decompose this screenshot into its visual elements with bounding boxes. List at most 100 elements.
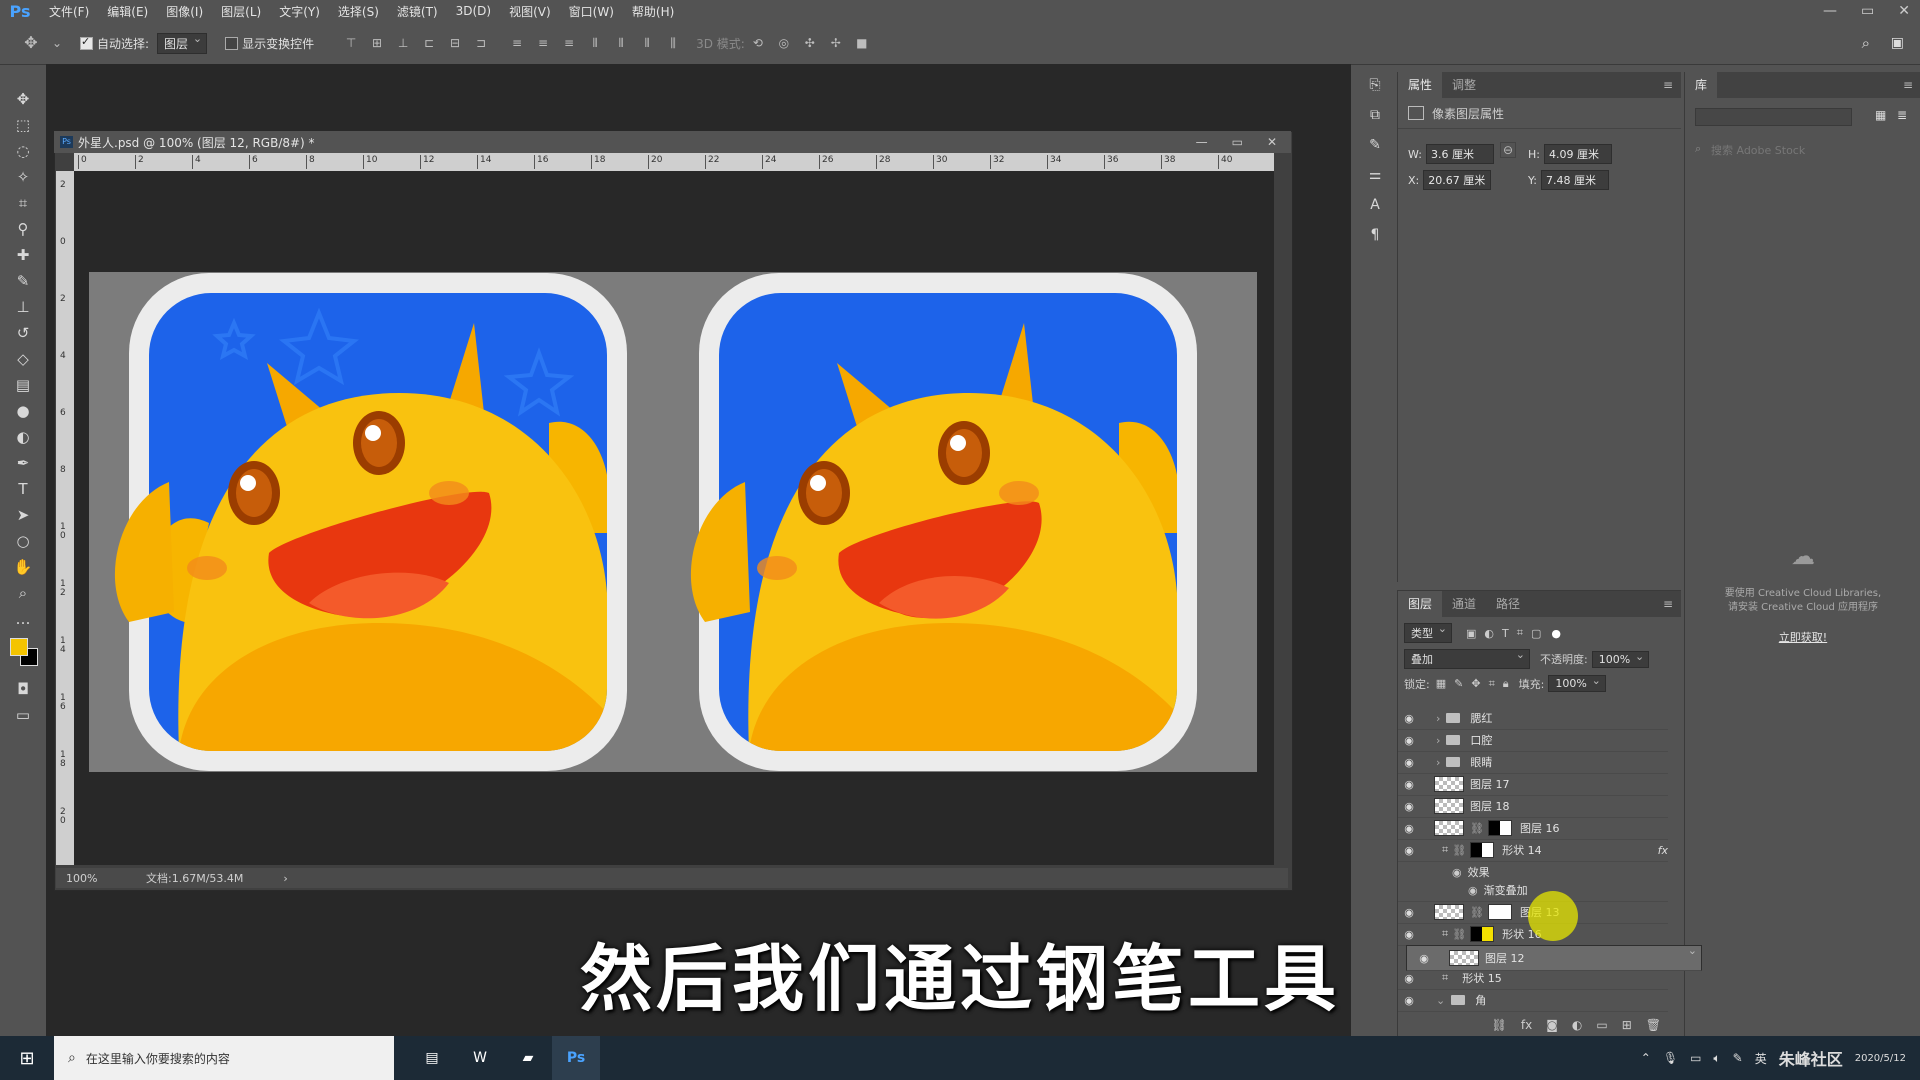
menu-type[interactable]: 文字(Y) (270, 3, 329, 20)
lock-transparent-icon[interactable]: ▦ (1436, 677, 1446, 690)
tab-properties[interactable]: 属性 (1398, 72, 1443, 98)
grid-view-icon[interactable]: ▦ (1875, 108, 1886, 122)
visibility-eye-icon[interactable]: ◉ (1398, 822, 1420, 835)
tray-network-icon[interactable]: ▭ (1690, 1051, 1701, 1065)
effects-eye-icon[interactable]: ◉ (1452, 866, 1462, 879)
distribute-top-icon[interactable]: ≡ (508, 36, 526, 50)
visibility-eye-icon[interactable]: ◉ (1398, 800, 1420, 813)
menu-edit[interactable]: 编辑(E) (98, 3, 157, 20)
doc-minimize-button[interactable]: — (1196, 135, 1208, 149)
add-style-icon[interactable]: fx (1521, 1018, 1532, 1032)
vector-mask-thumbnail[interactable] (1470, 926, 1495, 942)
tab-libraries[interactable]: 库 (1685, 72, 1718, 98)
taskbar-app-ppt-icon[interactable]: ▤ (408, 1036, 456, 1080)
menu-help[interactable]: 帮助(H) (623, 3, 683, 20)
eyedropper-icon[interactable]: ⚲ (10, 216, 36, 242)
taskbar-app-word-icon[interactable]: W (456, 1036, 504, 1080)
layer-fx-badge[interactable]: fx (1658, 844, 1668, 857)
magic-wand-icon[interactable]: ✧ (10, 164, 36, 190)
align-vcenter-icon[interactable]: ⊞ (368, 36, 386, 50)
visibility-eye-icon[interactable]: ◉ (1398, 994, 1420, 1007)
3d-roll-icon[interactable]: ◎ (775, 36, 793, 50)
tab-channels[interactable]: 通道 (1442, 591, 1486, 617)
character-panel-icon[interactable]: A (1359, 190, 1391, 220)
layer-row[interactable]: ◉ › 口腔 (1398, 729, 1668, 752)
path-select-icon[interactable]: ➤ (10, 502, 36, 528)
blend-mode-dropdown[interactable]: 叠加 (1404, 648, 1530, 669)
distribute-bottom-icon[interactable]: ≡ (560, 36, 578, 50)
filter-shape-icon[interactable]: ⌗ (1517, 626, 1523, 640)
menu-3d[interactable]: 3D(D) (447, 4, 500, 18)
tray-pen-icon[interactable]: ✎ (1733, 1051, 1743, 1065)
artboard-panel-icon[interactable]: ⧉ (1359, 100, 1391, 130)
filter-type-icon[interactable]: T (1502, 627, 1509, 640)
distribute-vcenter-icon[interactable]: ≡ (534, 36, 552, 50)
doc-maximize-button[interactable]: ▭ (1232, 135, 1243, 149)
expand-chevron-icon[interactable]: › (1436, 712, 1440, 725)
layer-mask-thumbnail[interactable] (1487, 820, 1512, 836)
visibility-eye-icon[interactable]: ◉ (1398, 972, 1420, 985)
lasso-tool-icon[interactable]: ◌ (10, 138, 36, 164)
filter-toggle-icon[interactable]: ● (1551, 627, 1561, 640)
paragraph-panel-icon[interactable]: ¶ (1359, 220, 1391, 250)
crop-tool-icon[interactable]: ⌗ (10, 190, 36, 216)
filter-smart-icon[interactable]: ▢ (1531, 627, 1541, 640)
align-right-icon[interactable]: ⊐ (472, 36, 490, 50)
auto-select-dropdown[interactable]: 图层 (157, 32, 208, 54)
library-dropdown[interactable] (1695, 108, 1852, 126)
layer-row[interactable]: ◉ ⌗ ⛓︎ 形状 14 fx (1398, 839, 1668, 862)
3d-pan-icon[interactable]: ✣ (801, 36, 819, 50)
lock-pixels-icon[interactable]: ✎ (1454, 677, 1463, 690)
filter-pixel-icon[interactable]: ▣ (1466, 627, 1476, 640)
vector-mask-thumbnail[interactable] (1470, 842, 1495, 858)
align-top-icon[interactable]: ⊤ (342, 36, 360, 50)
zoom-level[interactable]: 100% (66, 872, 136, 885)
layer-mask-thumbnail[interactable] (1487, 904, 1512, 920)
layer-row[interactable]: ◉ › 眼睛 (1398, 751, 1668, 774)
minimize-button[interactable]: — (1823, 3, 1837, 19)
add-mask-icon[interactable]: ◙ (1546, 1018, 1558, 1032)
list-view-icon[interactable]: ≣ (1897, 108, 1907, 122)
expand-chevron-icon[interactable]: › (1436, 756, 1440, 769)
3d-scale-icon[interactable]: ■ (853, 36, 871, 50)
workspace-icon[interactable]: ▣ (1891, 35, 1904, 51)
menu-image[interactable]: 图像(I) (157, 3, 212, 20)
layers-menu-icon[interactable]: ≡ (1663, 597, 1673, 611)
layer-row[interactable]: ◉ 图层 18 (1398, 795, 1668, 818)
align-left-icon[interactable]: ⊏ (420, 36, 438, 50)
visibility-eye-icon[interactable]: ◉ (1398, 734, 1420, 747)
lock-artboard-icon[interactable]: ⌗ (1489, 677, 1495, 691)
pen-tool-icon[interactable]: ✒ (10, 450, 36, 476)
marquee-tool-icon[interactable]: ⬚ (10, 112, 36, 138)
menu-file[interactable]: 文件(F) (40, 3, 98, 20)
quick-mask-icon[interactable]: ◘ (10, 676, 36, 702)
history-panel-icon[interactable]: ⎘ (1359, 70, 1391, 100)
visibility-eye-icon[interactable]: ◉ (1398, 928, 1420, 941)
height-input[interactable]: 4.09 厘米 (1543, 144, 1612, 164)
3d-orbit-icon[interactable]: ⟲ (749, 36, 767, 50)
layer-row[interactable]: ◉ ⌗ 形状 15 (1398, 967, 1668, 990)
align-hcenter-icon[interactable]: ⊟ (446, 36, 464, 50)
filter-adjust-icon[interactable]: ◐ (1484, 627, 1494, 640)
tab-paths[interactable]: 路径 (1486, 591, 1530, 617)
doc-close-button[interactable]: ✕ (1267, 135, 1277, 149)
library-search-input[interactable]: 搜索 Adobe Stock (1711, 142, 1805, 158)
taskbar-search-input[interactable]: 在这里输入你要搜索的内容 (86, 1050, 230, 1067)
menu-window[interactable]: 窗口(W) (560, 3, 623, 20)
layer-row[interactable]: ◉ ⛓︎ 图层 16 (1398, 817, 1668, 840)
visibility-eye-icon[interactable]: ◉ (1398, 906, 1420, 919)
tray-volume-icon[interactable]: 🔈︎ (1713, 1051, 1720, 1066)
layer-row[interactable]: ◉ ⌄ 角 (1398, 989, 1668, 1012)
visibility-eye-icon[interactable]: ◉ (1398, 778, 1420, 791)
visibility-eye-icon[interactable]: ◉ (1413, 952, 1435, 965)
delete-layer-icon[interactable]: 🗑︎ (1646, 1018, 1661, 1032)
vertical-ruler[interactable]: 2 0 2 4 6 8 1 0 1 2 1 4 1 6 1 8 2 0 (56, 171, 75, 865)
screen-mode-icon[interactable]: ▭ (10, 702, 36, 728)
tab-layers[interactable]: 图层 (1398, 591, 1443, 617)
blur-tool-icon[interactable]: ● (10, 398, 36, 424)
lock-all-icon[interactable]: 🔒︎ (1503, 677, 1509, 691)
layer-row[interactable]: ◉ › 腮红 (1398, 707, 1668, 730)
distribute-hcenter-icon[interactable]: ⦀ (612, 36, 630, 50)
foreground-color-swatch[interactable] (10, 638, 28, 656)
width-input[interactable]: 3.6 厘米 (1425, 144, 1494, 164)
